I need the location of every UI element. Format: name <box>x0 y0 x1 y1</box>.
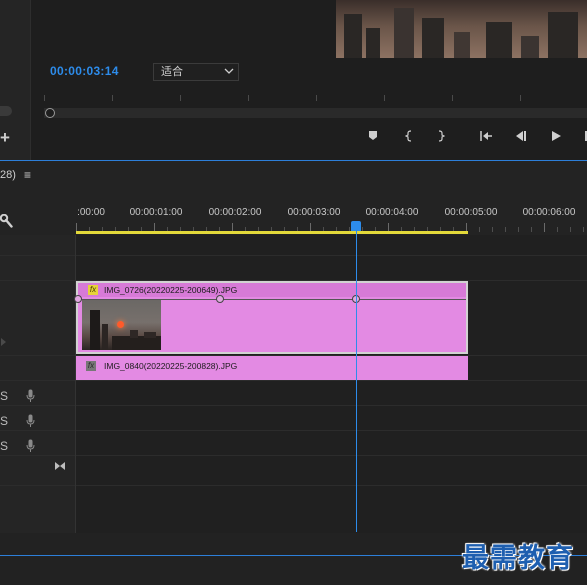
step-back-button[interactable] <box>511 127 531 145</box>
ruler-label: 00:00:04:00 <box>365 207 419 218</box>
marker-icon <box>369 131 377 140</box>
mark-out-button[interactable] <box>431 127 451 145</box>
source-scrollbar[interactable] <box>0 106 12 116</box>
watermark: 最需教育 <box>462 543 574 574</box>
microphone-icon[interactable] <box>26 439 35 453</box>
track-divider <box>76 380 587 381</box>
track-divider <box>0 430 75 431</box>
play-button[interactable] <box>546 127 566 145</box>
track-divider <box>76 455 587 456</box>
microphone-icon[interactable] <box>26 389 35 403</box>
track-lanes[interactable] <box>76 235 587 533</box>
ruler-tick <box>479 227 480 232</box>
ruler-tick <box>544 223 545 232</box>
fit-dropdown-value: 适合 <box>161 66 183 78</box>
add-marker-button[interactable] <box>363 127 383 145</box>
fit-dropdown[interactable]: 适合 <box>153 63 239 81</box>
audio-track-solo[interactable]: S <box>0 389 8 403</box>
mark-out-icon <box>438 130 445 142</box>
timeline-tab-label[interactable]: 28) <box>0 169 16 181</box>
track-divider <box>76 430 587 431</box>
mark-in-icon <box>405 130 412 142</box>
track-divider <box>76 405 587 406</box>
track-divider <box>76 255 587 256</box>
track-divider <box>0 485 75 486</box>
ruler-tick <box>505 227 506 232</box>
monitor-time-ruler[interactable] <box>44 95 587 107</box>
monitor-ruler-tick <box>180 95 181 101</box>
monitor-ruler-tick <box>520 95 521 101</box>
mark-in-button[interactable] <box>399 127 419 145</box>
track-divider <box>0 405 75 406</box>
ruler-tick <box>518 227 519 232</box>
menu-icon[interactable]: ≡ <box>24 168 31 182</box>
ruler-tick <box>570 227 571 232</box>
clip-thumbnail <box>82 300 161 350</box>
audio-track-solo[interactable]: S <box>0 414 8 428</box>
ruler-tick <box>492 227 493 232</box>
ruler-tick <box>531 227 532 232</box>
ruler-label: 00:00:06:00 <box>522 207 576 218</box>
step-forward-button[interactable] <box>578 127 587 145</box>
program-preview-image <box>336 0 587 58</box>
track-divider <box>0 255 75 256</box>
video-clip-v2[interactable]: fx IMG_0726(20220225-200649).JPG <box>74 281 468 354</box>
monitor-playhead-handle[interactable] <box>45 108 55 118</box>
wrench-icon[interactable] <box>0 214 13 228</box>
go-to-in-button[interactable] <box>476 127 496 145</box>
panel-separator <box>0 160 587 161</box>
monitor-ruler-tick <box>44 95 45 101</box>
fx-badge[interactable]: fx <box>86 361 96 371</box>
expand-arrow-icon[interactable] <box>0 337 8 347</box>
play-icon <box>552 131 561 141</box>
monitor-scroll-track[interactable] <box>44 108 587 118</box>
ruler-label: 00:00:02:00 <box>208 207 262 218</box>
fx-badge[interactable]: fx <box>88 285 98 295</box>
keyframe[interactable] <box>74 295 82 303</box>
track-divider <box>76 485 587 486</box>
bowtie-icon[interactable] <box>54 461 66 471</box>
track-divider <box>0 380 75 381</box>
ruler-label: 00:00:05:00 <box>444 207 498 218</box>
ruler-label: 00:00:03:00 <box>287 207 341 218</box>
chevron-down-icon <box>224 68 234 74</box>
go-to-in-icon <box>480 131 492 141</box>
keyframe[interactable] <box>216 295 224 303</box>
ruler-label: :00:00 <box>77 207 105 218</box>
program-timecode[interactable]: 00:00:03:14 <box>50 64 119 78</box>
playhead-line[interactable] <box>356 229 357 532</box>
monitor-ruler-tick <box>452 95 453 101</box>
ruler-label: 00:00:01:00 <box>129 207 183 218</box>
clip-name: IMG_0726(20220225-200649).JPG <box>104 285 238 295</box>
add-button[interactable]: + <box>0 128 10 148</box>
clip-name: IMG_0840(20220225-200828).JPG <box>104 361 238 371</box>
monitor-ruler-tick <box>316 95 317 101</box>
monitor-ruler-tick <box>384 95 385 101</box>
step-back-icon <box>516 131 526 141</box>
ruler-tick <box>557 227 558 232</box>
microphone-icon[interactable] <box>26 414 35 428</box>
track-headers: S S S <box>0 235 76 533</box>
track-divider <box>0 280 75 281</box>
audio-track-solo[interactable]: S <box>0 439 8 453</box>
program-monitor: + 00:00:03:14 适合 <box>0 0 587 160</box>
work-area-bar[interactable] <box>76 231 468 234</box>
track-divider <box>0 455 75 456</box>
monitor-ruler-tick <box>248 95 249 101</box>
track-divider <box>0 355 75 356</box>
monitor-ruler-tick <box>112 95 113 101</box>
video-clip-v1[interactable]: fx IMG_0840(20220225-200828).JPG <box>76 356 468 380</box>
ruler-tick <box>583 227 584 232</box>
